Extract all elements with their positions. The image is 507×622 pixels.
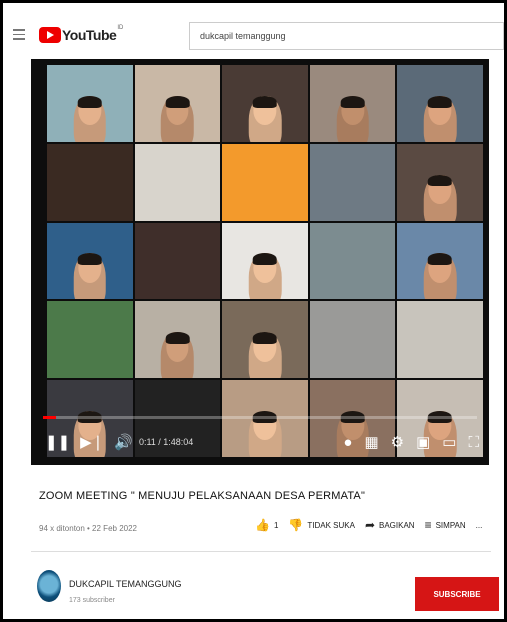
save-label: SIMPAN <box>435 520 466 530</box>
top-bar: YouTube ID dukcapil temanggung <box>3 3 504 55</box>
search-input[interactable]: dukcapil temanggung <box>189 22 504 50</box>
subscriber-count: 173 subscriber <box>69 597 115 604</box>
save-button[interactable]: ≡ SIMPAN <box>425 518 466 532</box>
participant-tile <box>222 222 308 300</box>
divider <box>31 551 491 552</box>
dislike-label: TIDAK SUKA <box>307 520 355 530</box>
participant-tile <box>47 222 133 300</box>
participant-tile <box>47 65 133 142</box>
next-icon[interactable]: ▶❘ <box>80 433 104 451</box>
participant-tile <box>397 222 483 300</box>
fullscreen-icon[interactable]: ⛶ <box>468 433 479 451</box>
participant-figure <box>248 332 282 379</box>
participant-tile <box>222 301 308 379</box>
participant-tile <box>397 65 483 142</box>
youtube-page: YouTube ID dukcapil temanggung ❚❚ ▶❘ 🔊 0… <box>3 3 504 619</box>
autoplay-icon[interactable]: ● <box>343 433 352 451</box>
volume-icon[interactable]: 🔊 <box>114 433 133 451</box>
participant-tile <box>397 301 483 379</box>
like-count: 1 <box>273 520 279 530</box>
participant-figure <box>73 253 107 300</box>
participant-figure <box>161 95 194 142</box>
playlist-add-icon: ≡ <box>424 518 432 532</box>
participant-tile <box>47 301 133 379</box>
participant-figure <box>248 95 282 142</box>
more-icon: ... <box>475 520 483 530</box>
participant-tile <box>134 65 221 142</box>
miniplayer-icon[interactable]: ▣ <box>416 433 430 451</box>
logo-text: YouTube <box>62 27 117 43</box>
participant-tile <box>134 143 221 221</box>
channel-avatar[interactable] <box>37 570 61 602</box>
participant-figure <box>336 95 369 142</box>
participant-tile <box>222 65 308 142</box>
video-meta: 94 x ditonton • 22 Feb 2022 <box>39 524 137 533</box>
player-controls: ❚❚ ▶❘ 🔊 0:11 / 1:48:04 ● ▦ ⚙ ▣ ▭ ⛶ <box>31 425 489 459</box>
subscribe-button[interactable]: SUBSCRIBE <box>415 577 499 611</box>
like-button[interactable]: 👍 1 <box>255 518 278 532</box>
participant-figure <box>423 174 457 221</box>
participant-tile <box>47 143 133 221</box>
settings-gear-icon[interactable]: ⚙ <box>391 433 404 451</box>
youtube-logo[interactable]: YouTube ID <box>39 25 123 45</box>
subtitles-icon[interactable]: ▦ <box>364 433 378 451</box>
participant-tile <box>309 222 396 300</box>
more-button[interactable]: ... <box>476 521 483 530</box>
participant-tile <box>134 301 221 379</box>
zoom-participant-grid <box>47 65 483 457</box>
video-title: ZOOM MEETING " MENUJU PELAKSANAAN DESA P… <box>39 490 366 502</box>
video-player[interactable]: ❚❚ ▶❘ 🔊 0:11 / 1:48:04 ● ▦ ⚙ ▣ ▭ ⛶ <box>31 59 489 465</box>
participant-tile <box>309 65 396 142</box>
channel-name[interactable]: DUKCAPIL TEMANGGUNG <box>69 579 182 589</box>
theater-mode-icon[interactable]: ▭ <box>442 433 456 451</box>
participant-figure <box>423 253 457 300</box>
video-actions: 👍 1 👎 TIDAK SUKA ➦ BAGIKAN ≡ SIMPAN ... <box>255 518 482 532</box>
participant-figure <box>73 95 107 142</box>
time-display: 0:11 / 1:48:04 <box>138 437 194 447</box>
dislike-button[interactable]: 👎 TIDAK SUKA <box>288 518 355 532</box>
participant-tile <box>134 222 221 300</box>
share-label: BAGIKAN <box>379 520 415 530</box>
hamburger-menu-icon[interactable] <box>13 29 25 40</box>
participant-figure <box>423 95 457 142</box>
participant-figure <box>161 332 194 379</box>
share-button[interactable]: ➦ BAGIKAN <box>365 518 415 532</box>
pause-icon[interactable]: ❚❚ <box>45 433 70 451</box>
search-query: dukcapil temanggung <box>200 31 286 41</box>
progress-fill <box>43 416 57 419</box>
youtube-play-icon <box>39 27 61 43</box>
logo-country-code: ID <box>117 25 124 31</box>
participant-figure <box>248 253 282 300</box>
thumb-up-icon: 👍 <box>255 518 270 532</box>
progress-bar[interactable] <box>43 416 477 419</box>
thumb-down-icon: 👎 <box>288 518 304 532</box>
participant-tile <box>397 143 483 221</box>
participant-tile <box>309 143 396 221</box>
participant-tile <box>222 143 308 221</box>
participant-tile <box>309 301 396 379</box>
share-icon: ➦ <box>364 518 375 532</box>
